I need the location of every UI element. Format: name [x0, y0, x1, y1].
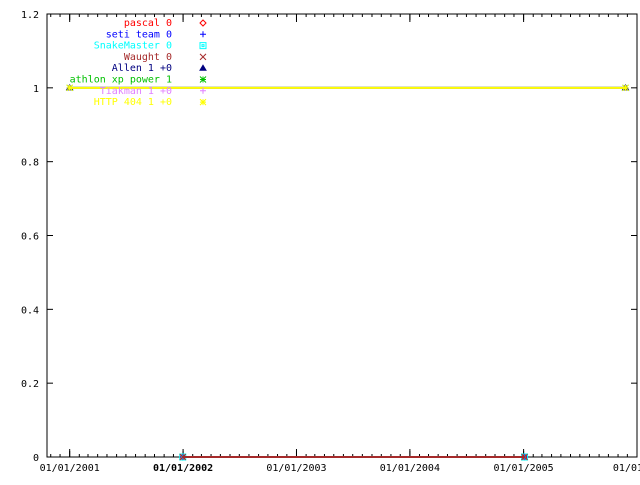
legend-label: Allen 1 +0 — [112, 63, 172, 74]
y-tick-label: 1 — [33, 84, 39, 95]
chart-svg: 0 0.2 0.4 0.6 0.8 1 1.2 01/01/2001 01/01/2002 01… — [21, 10, 640, 474]
legend-marker-star — [199, 98, 207, 106]
legend-marker-cross — [199, 53, 207, 61]
y-tick-label: 0 — [33, 453, 39, 464]
legend-marker-triangle — [199, 64, 207, 71]
legend-label: athlon xp power 1 — [70, 75, 172, 86]
legend-label: seti team 0 — [106, 29, 172, 40]
data-point — [66, 84, 74, 92]
series-layer — [65, 83, 630, 461]
legend-label: pascal 0 — [124, 18, 172, 29]
legend-marker-diamond — [199, 19, 207, 27]
y-tick-label: 0.2 — [21, 379, 39, 390]
legend-marker-plus — [200, 31, 206, 38]
y-tick-label: 0.8 — [21, 158, 39, 169]
x-tick-label: 01/01/20 — [613, 463, 640, 474]
y-tick-label: 0.4 — [21, 305, 39, 316]
x-tick-label: 01/01/2001 — [40, 463, 100, 474]
x-tick-label: 01/01/2002 — [153, 463, 213, 474]
y-tick-label: 0.6 — [21, 232, 39, 243]
x-tick-label: 01/01/2004 — [380, 463, 440, 474]
legend-label: Tiakman 1 +0 — [100, 86, 172, 97]
data-point — [622, 84, 629, 92]
legend-label: Waught 0 — [124, 52, 172, 63]
legend-label: HTTP 404 1 +0 — [94, 97, 172, 108]
legend-marker-star — [199, 76, 207, 83]
y-tick-label: 1.2 — [21, 10, 39, 21]
legend: pascal 0seti team 0SnakeMaster 0Waught 0… — [70, 18, 207, 108]
x-tick-label: 01/01/2005 — [493, 463, 553, 474]
legend-label: SnakeMaster 0 — [94, 41, 172, 52]
legend-marker-square — [199, 42, 207, 50]
x-tick-label: 01/01/2003 — [266, 463, 326, 474]
chart: 0 0.2 0.4 0.6 0.8 1 1.2 01/01/2001 01/01/2002 01… — [0, 0, 640, 480]
